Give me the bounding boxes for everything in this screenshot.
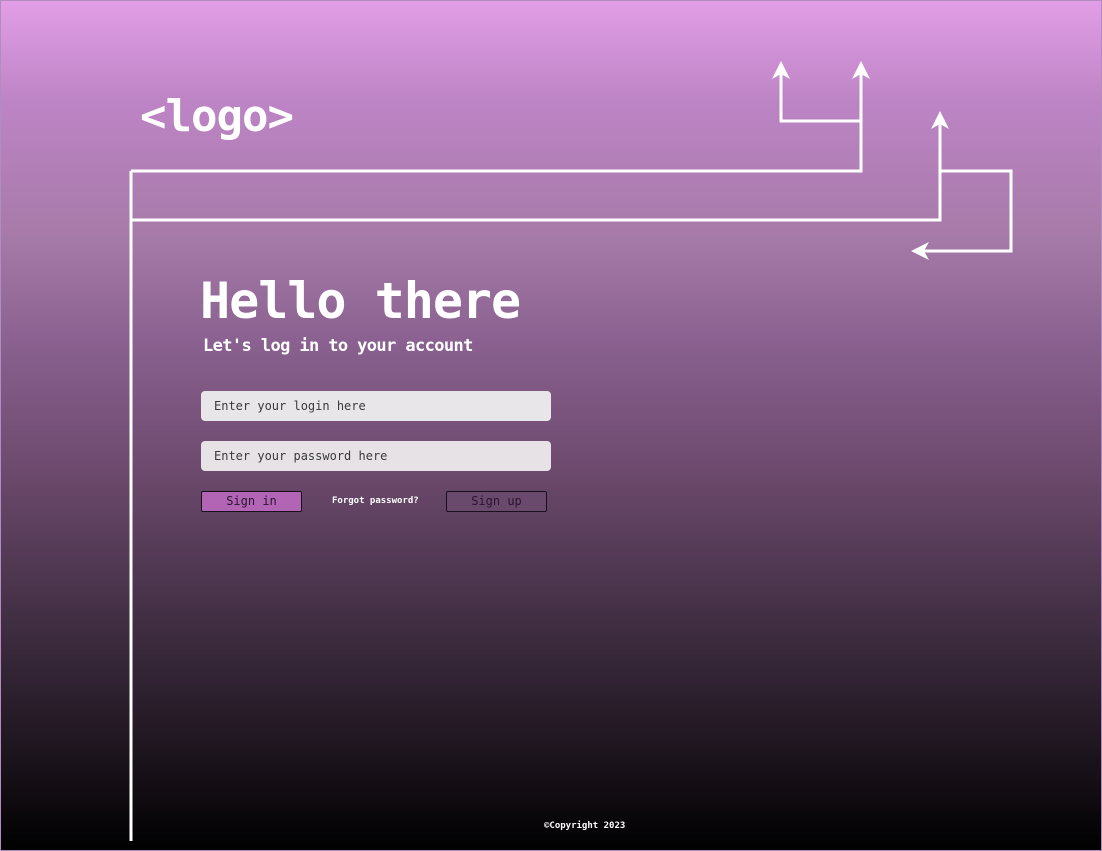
password-input[interactable] <box>201 441 551 471</box>
branch-line-left <box>779 71 861 123</box>
sign-up-button[interactable]: Sign up <box>446 491 547 512</box>
copyright-text: ©Copyright 2023 <box>544 821 626 831</box>
logo: <logo> <box>140 91 294 142</box>
sign-in-button[interactable]: Sign in <box>201 491 302 512</box>
login-input[interactable] <box>201 391 551 421</box>
branch-line-right <box>923 169 1013 253</box>
page-title: Hello there <box>200 272 521 330</box>
forgot-password-link[interactable]: Forgot password? <box>332 494 419 508</box>
page-subtitle: Let's log in to your account <box>203 336 473 356</box>
